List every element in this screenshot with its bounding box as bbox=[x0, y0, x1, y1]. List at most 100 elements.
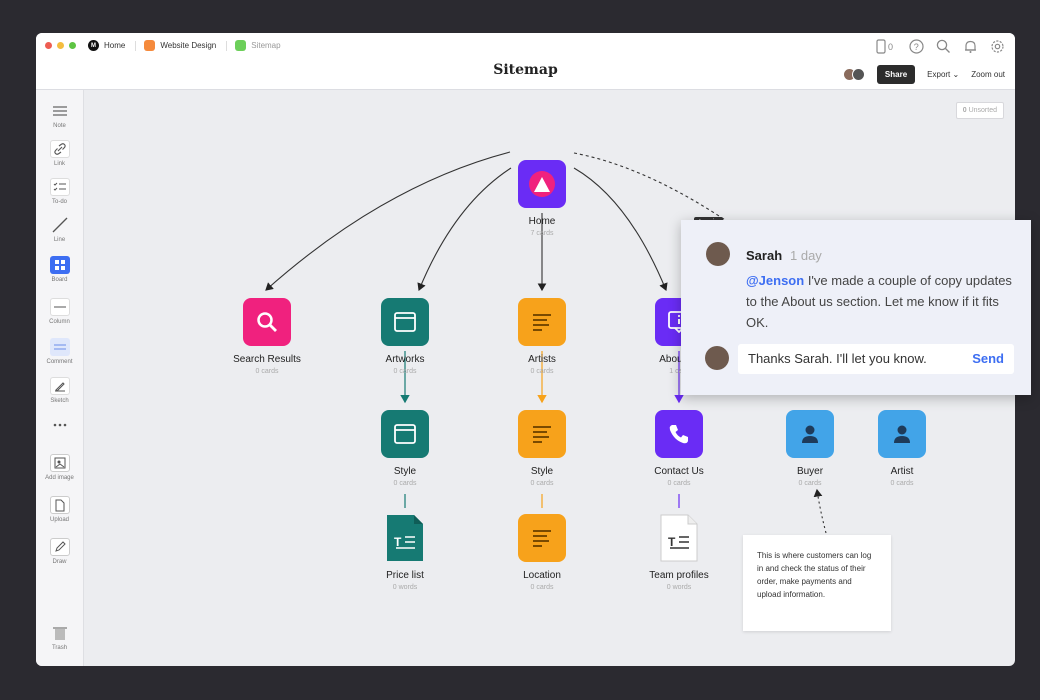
board-location[interactable]: Location 0 cards bbox=[497, 514, 587, 591]
more-tools-button[interactable] bbox=[36, 416, 83, 434]
top-bar: M Home Website Design Sitemap Sitemap 0 … bbox=[36, 33, 1015, 90]
document-label: Team profiles bbox=[649, 570, 709, 581]
tool-link[interactable]: Link bbox=[36, 140, 83, 167]
document-price-list[interactable]: T Price list 0 words bbox=[360, 514, 450, 591]
board-count: 0 cards bbox=[667, 480, 691, 487]
tool-add-image[interactable]: Add image bbox=[36, 454, 83, 481]
comment-author: Sarah bbox=[746, 248, 783, 263]
trash-icon bbox=[50, 624, 70, 642]
link-home-about bbox=[573, 167, 668, 292]
tool-label: Comment bbox=[46, 359, 73, 365]
collaborator-avatars[interactable] bbox=[842, 68, 865, 81]
link-note-buyer bbox=[813, 488, 827, 534]
svg-text:T: T bbox=[394, 535, 402, 549]
breadcrumb-website-design-label: Website Design bbox=[160, 41, 217, 50]
tool-todo[interactable]: To-do bbox=[36, 178, 83, 205]
top-icons: 0 ? bbox=[875, 39, 1005, 54]
tool-upload[interactable]: Upload bbox=[36, 496, 83, 523]
note-card[interactable]: This is where customers can log in and c… bbox=[743, 535, 891, 631]
close-window-button[interactable] bbox=[45, 42, 52, 49]
tool-board[interactable]: Board bbox=[36, 256, 83, 283]
tool-label: Draw bbox=[52, 559, 67, 565]
document-icon: T bbox=[660, 514, 698, 562]
zoom-out-button[interactable]: Zoom out bbox=[971, 70, 1005, 79]
home-board-icon bbox=[518, 160, 566, 208]
document-label: Price list bbox=[386, 570, 424, 581]
send-button[interactable]: Send bbox=[972, 351, 1004, 366]
link-icon bbox=[49, 140, 70, 158]
tool-line[interactable]: Line bbox=[36, 216, 83, 243]
board-style-artists[interactable]: Style 0 cards bbox=[497, 410, 587, 487]
board-label: Style bbox=[530, 466, 554, 477]
draw-icon bbox=[49, 538, 70, 556]
board-artist[interactable]: Artist 0 cards bbox=[857, 410, 947, 487]
comment-body: @Jenson I've made a couple of copy updat… bbox=[746, 270, 1016, 333]
board-label: Search Results bbox=[233, 354, 301, 365]
document-word-count: 0 words bbox=[666, 584, 692, 591]
tool-label: To-do bbox=[51, 199, 67, 205]
tool-sketch[interactable]: Sketch bbox=[36, 377, 83, 404]
board-count: 0 cards bbox=[890, 480, 914, 487]
avatar bbox=[705, 346, 729, 370]
svg-text:?: ? bbox=[914, 42, 919, 52]
board-home[interactable]: Home 7 cards bbox=[497, 160, 587, 237]
board-count: 0 cards bbox=[255, 368, 279, 375]
board-count: 0 cards bbox=[393, 368, 417, 375]
window-controls bbox=[45, 42, 76, 49]
share-button[interactable]: Share bbox=[876, 65, 916, 84]
tool-label: Link bbox=[53, 161, 65, 167]
search-icon[interactable] bbox=[936, 39, 951, 54]
breadcrumb: M Home Website Design Sitemap bbox=[88, 40, 291, 51]
tool-label: Add image bbox=[45, 475, 74, 481]
tool-comment[interactable]: Comment bbox=[36, 338, 83, 365]
export-button[interactable]: Export ⌄ bbox=[927, 70, 959, 79]
document-team-profiles[interactable]: T Team profiles 0 words bbox=[634, 514, 724, 591]
board-color-icon bbox=[144, 40, 156, 51]
settings-gear-icon[interactable] bbox=[990, 39, 1005, 54]
text-lines-icon bbox=[518, 514, 566, 562]
minimize-window-button[interactable] bbox=[57, 42, 64, 49]
board-contact-us[interactable]: Contact Us 0 cards bbox=[634, 410, 724, 487]
todo-icon bbox=[49, 178, 70, 196]
device-icon[interactable]: 0 bbox=[875, 39, 897, 54]
tool-column[interactable]: Column bbox=[36, 298, 83, 325]
maximize-window-button[interactable] bbox=[69, 42, 76, 49]
breadcrumb-sitemap-label: Sitemap bbox=[251, 41, 281, 50]
board-label: Artists bbox=[528, 354, 556, 365]
board-count: 0 cards bbox=[393, 480, 417, 487]
avatar bbox=[706, 242, 730, 266]
reply-input[interactable]: Thanks Sarah. I'll let you know. Send bbox=[738, 344, 1014, 374]
text-lines-icon bbox=[518, 410, 566, 458]
board-artists[interactable]: Artists 0 cards bbox=[497, 298, 587, 375]
document-icon: T bbox=[386, 514, 424, 562]
tool-label: Upload bbox=[49, 517, 69, 523]
reply-text: Thanks Sarah. I'll let you know. bbox=[748, 351, 927, 366]
board-label: Buyer bbox=[796, 466, 824, 477]
document-word-count: 0 words bbox=[392, 584, 418, 591]
breadcrumb-sitemap[interactable]: Sitemap bbox=[235, 40, 281, 51]
line-icon bbox=[50, 216, 70, 234]
search-icon bbox=[243, 298, 291, 346]
tool-label: Note bbox=[53, 123, 66, 129]
board-artworks[interactable]: Artworks 0 cards bbox=[360, 298, 450, 375]
upload-icon bbox=[49, 496, 70, 514]
tool-label: Line bbox=[53, 237, 66, 243]
breadcrumb-home[interactable]: M Home bbox=[88, 40, 125, 51]
header-actions: Share Export ⌄ Zoom out bbox=[842, 65, 1005, 84]
board-search-results[interactable]: Search Results 0 cards bbox=[222, 298, 312, 375]
board-color-icon bbox=[235, 40, 247, 51]
board-label: Location bbox=[523, 570, 561, 581]
board-icon bbox=[49, 256, 70, 274]
tool-trash[interactable]: Trash bbox=[36, 624, 83, 651]
tool-draw[interactable]: Draw bbox=[36, 538, 83, 565]
help-icon[interactable]: ? bbox=[909, 39, 924, 54]
board-style-artworks[interactable]: Style 0 cards bbox=[360, 410, 450, 487]
mention-link[interactable]: @Jenson bbox=[746, 273, 804, 288]
tool-label: Column bbox=[49, 319, 70, 325]
tool-note[interactable]: Note bbox=[36, 102, 83, 129]
note-icon bbox=[50, 102, 70, 120]
board-count: 0 cards bbox=[798, 480, 822, 487]
bell-icon[interactable] bbox=[963, 39, 978, 54]
breadcrumb-website-design[interactable]: Website Design bbox=[144, 40, 216, 51]
board-buyer[interactable]: Buyer 0 cards bbox=[765, 410, 855, 487]
